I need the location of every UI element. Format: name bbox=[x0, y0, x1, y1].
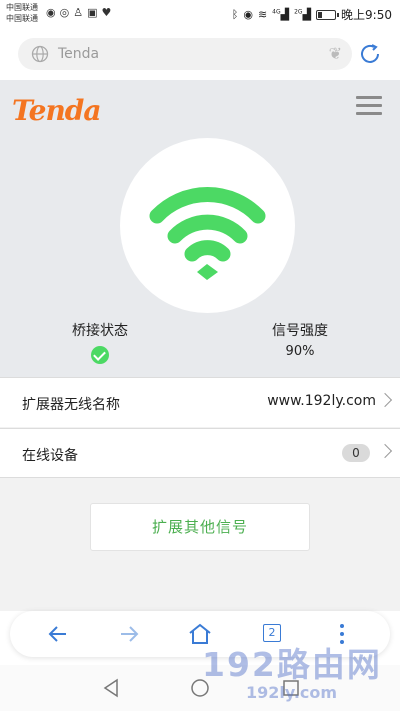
bridge-status: 桥接状态 bbox=[30, 320, 170, 368]
wechat-icon: ◎ bbox=[59, 6, 70, 19]
url-text: Tenda bbox=[58, 46, 100, 62]
browser-toolbar: 2 bbox=[10, 611, 390, 657]
online-devices-count: 0 bbox=[342, 444, 370, 462]
bluetooth-icon: ᛒ bbox=[231, 8, 239, 21]
tabs-count: 2 bbox=[263, 624, 281, 642]
wifi-signal-icon bbox=[120, 138, 295, 313]
eye-icon: ◉ bbox=[243, 8, 253, 21]
extend-other-signal-button[interactable]: 扩展其他信号 bbox=[90, 503, 310, 551]
tenda-logo: Tenda bbox=[12, 94, 102, 127]
nav-back-icon[interactable] bbox=[100, 677, 122, 699]
chevron-right-icon bbox=[377, 443, 393, 459]
home-icon[interactable] bbox=[186, 620, 214, 648]
health-icon: ♥ bbox=[101, 6, 112, 19]
clock: 晚上9:50 bbox=[341, 8, 392, 22]
paw-icon[interactable]: ❦ bbox=[329, 44, 342, 63]
signal-icon: 2G▟ bbox=[294, 8, 312, 21]
globe-icon bbox=[31, 45, 49, 63]
app-icon: ▣ bbox=[87, 6, 98, 19]
network-type-2: 2G bbox=[294, 8, 303, 16]
carrier-2: 中国联通 bbox=[6, 14, 38, 23]
signal-strength-label: 信号强度 bbox=[272, 323, 328, 339]
online-devices-row[interactable]: 在线设备 0 bbox=[0, 428, 400, 478]
more-icon[interactable] bbox=[328, 620, 356, 648]
weibo-icon: ◉ bbox=[46, 6, 56, 19]
tabs-icon[interactable]: 2 bbox=[258, 620, 286, 648]
system-nav-bar bbox=[0, 665, 400, 711]
qq-icon: ♙ bbox=[73, 6, 84, 19]
router-page: Tenda 桥接状态 信号强度 90% 扩展器无线名称 www.192ly.co… bbox=[0, 80, 400, 611]
network-type-1: 4G bbox=[272, 8, 281, 16]
wifi-icon: ≋ bbox=[257, 8, 268, 21]
extender-ssid-row[interactable]: 扩展器无线名称 www.192ly.com bbox=[0, 377, 400, 427]
online-devices-label: 在线设备 bbox=[22, 448, 78, 464]
status-bar: 中国联通 中国联通 ◉ ◎ ♙ ▣ ♥ ᛒ ◉ ≋ 4G▟ 2G▟ 晚上9:50 bbox=[0, 0, 400, 30]
chevron-right-icon bbox=[377, 392, 393, 408]
address-bar[interactable]: Tenda ❦ bbox=[18, 38, 352, 70]
forward-arrow-icon[interactable] bbox=[115, 620, 143, 648]
hamburger-menu-icon[interactable] bbox=[356, 96, 382, 116]
reload-icon[interactable] bbox=[358, 42, 382, 66]
battery-icon bbox=[316, 9, 340, 20]
status-panel: Tenda 桥接状态 信号强度 90% bbox=[0, 80, 400, 377]
check-circle-icon bbox=[91, 346, 109, 364]
extender-ssid-value: www.192ly.com bbox=[267, 393, 376, 409]
extender-ssid-label: 扩展器无线名称 bbox=[22, 397, 120, 413]
carrier-info: 中国联通 中国联通 bbox=[6, 2, 38, 24]
notification-icons: ◉ ◎ ♙ ▣ ♥ bbox=[46, 6, 111, 19]
system-status: ᛒ ◉ ≋ 4G▟ 2G▟ 晚上9:50 bbox=[232, 6, 392, 23]
signal-strength-value: 90% bbox=[285, 344, 315, 359]
nav-recent-apps-icon[interactable] bbox=[280, 677, 302, 699]
back-arrow-icon[interactable] bbox=[44, 620, 72, 648]
carrier-1: 中国联通 bbox=[6, 3, 38, 12]
signal-icon: 4G▟ bbox=[272, 8, 290, 21]
bridge-status-label: 桥接状态 bbox=[72, 323, 128, 339]
nav-home-icon[interactable] bbox=[189, 677, 211, 699]
signal-strength: 信号强度 90% bbox=[230, 320, 370, 359]
